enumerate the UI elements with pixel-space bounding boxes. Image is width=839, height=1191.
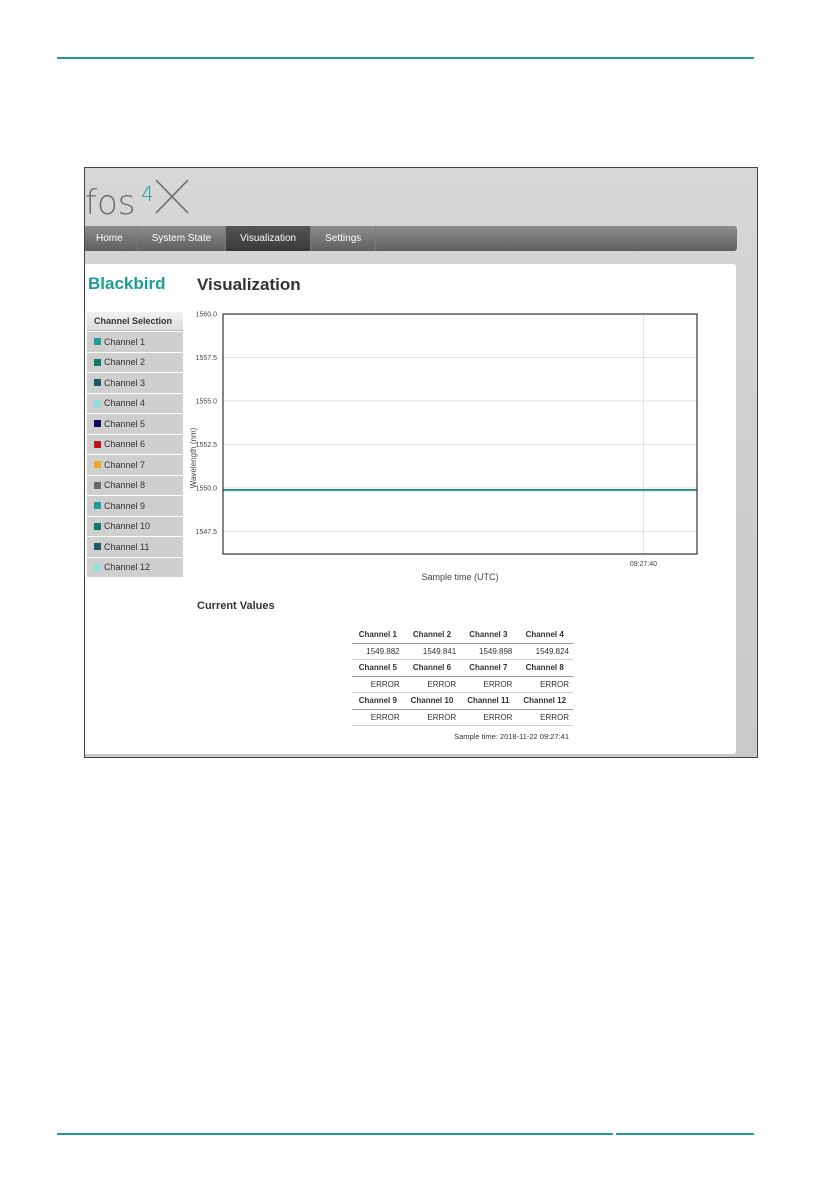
y-tick-label: 1560.0: [196, 312, 218, 319]
nav-system-state[interactable]: System State: [138, 226, 227, 251]
channel-item-8[interactable]: Channel 8: [87, 475, 183, 495]
channel-item-label: Channel 8: [104, 480, 146, 491]
device-name: Blackbird: [88, 274, 166, 293]
table-header-cell: Channel 9: [352, 692, 404, 710]
channel-color-swatch: [94, 420, 101, 428]
logo-mark-4: 4: [141, 182, 154, 206]
channel-color-swatch: [94, 502, 101, 510]
channel-selection-header: Channel Selection: [87, 312, 183, 331]
channel-item-10[interactable]: Channel 10: [87, 516, 183, 536]
table-header-cell: Channel 5: [352, 659, 404, 677]
channel-color-swatch: [94, 379, 101, 387]
y-tick-label: 1550.0: [196, 485, 218, 492]
channel-item-label: Channel 3: [104, 377, 146, 388]
channel-color-swatch: [94, 481, 101, 489]
table-header-cell: Channel 4: [516, 627, 573, 644]
y-axis-label: Wavelength (nm): [189, 427, 198, 488]
channel-item-2[interactable]: Channel 2: [87, 352, 183, 372]
channel-color-swatch: [94, 358, 101, 366]
x-tick-label: 09:27:40: [630, 561, 657, 568]
page-title: Visualization: [197, 275, 301, 294]
channel-selection-panel: Channel Selection Channel 1 Channel 2 Chan…: [87, 312, 183, 577]
table-header-row: Channel 9 Channel 10 Channel 11 Channel …: [352, 692, 573, 710]
content-panel: Blackbird Visualization Channel Selectio…: [85, 264, 736, 754]
main-navbar: Home System State Visualization Settings: [85, 226, 737, 251]
channel-color-swatch: [94, 543, 101, 551]
channel-item-6[interactable]: Channel 6: [87, 434, 183, 454]
x-axis-label: Sample time (UTC): [421, 572, 498, 582]
table-cell: ERROR: [516, 676, 573, 693]
logo-text: fos: [85, 183, 136, 222]
table-header-row: Channel 5 Channel 6 Channel 7 Channel 8: [352, 659, 573, 677]
top-rule: [57, 57, 754, 59]
table-header-cell: Channel 10: [403, 692, 461, 710]
table-cell: 1549.824: [516, 643, 573, 660]
table-header-cell: Channel 1: [352, 627, 404, 644]
table-cell: ERROR: [352, 709, 404, 726]
wavelength-chart: 1560.0 1557.5 1555.0 1552.5 1550.0 1547.5 09:2…: [189, 312, 698, 582]
channel-item-1[interactable]: Channel 1: [87, 332, 183, 352]
bottom-rule: [57, 1133, 754, 1135]
table-header-cell: Channel 2: [403, 627, 461, 644]
table-cell: ERROR: [352, 676, 404, 693]
nav-settings[interactable]: Settings: [311, 226, 377, 251]
channel-color-swatch: [94, 522, 101, 530]
channel-item-label: Channel 6: [104, 439, 146, 450]
channel-item-label: Channel 1: [104, 336, 146, 347]
y-tick-label: 1552.5: [196, 442, 218, 449]
logo-mark-x: [155, 179, 189, 214]
channel-color-swatch: [94, 399, 101, 407]
channel-color-swatch: [94, 461, 101, 469]
nav-visualization[interactable]: Visualization: [226, 226, 312, 251]
y-tick-label: 1547.5: [196, 529, 218, 536]
table-cell: 1549.882: [352, 643, 404, 660]
channel-item-label: Channel 10: [104, 521, 151, 532]
channel-item-label: Channel 12: [104, 562, 151, 573]
channel-color-swatch: [94, 440, 101, 448]
table-cell: 1549.841: [403, 643, 461, 660]
table-header-cell: Channel 6: [403, 659, 461, 677]
channel-item-7[interactable]: Channel 7: [87, 455, 183, 475]
table-header-cell: Channel 7: [460, 659, 517, 677]
table-cell: ERROR: [460, 709, 517, 726]
table-row: ERROR ERROR ERROR ERROR: [352, 709, 573, 726]
table-header-cell: Channel 3: [460, 627, 517, 644]
fos4x-logo: fos 4: [85, 179, 189, 222]
table-cell: ERROR: [516, 709, 573, 726]
table-header-row: Channel 1 Channel 2 Channel 3 Channel 4: [352, 627, 573, 644]
channel-item-4[interactable]: Channel 4: [87, 393, 183, 413]
web-ui-screenshot: fos 4 Home System State Visualization Se…: [84, 167, 758, 758]
y-tick-label: 1555.0: [196, 398, 218, 405]
channel-item-label: Channel 2: [104, 357, 146, 368]
table-header-cell: Channel 11: [460, 692, 517, 710]
table-cell: 1549.898: [460, 643, 517, 660]
table-row: 1549.882 1549.841 1549.898 1549.824: [352, 643, 573, 660]
plot-frame: [222, 313, 698, 555]
current-values-table: Channel 1 Channel 2 Channel 3 Channel 4 …: [352, 627, 573, 726]
channel-item-5[interactable]: Channel 5: [87, 414, 183, 434]
channel-list: Channel 1 Channel 2 Channel 3 Channel 4 Chan…: [87, 332, 183, 577]
channel-color-swatch: [94, 338, 101, 346]
channel-item-3[interactable]: Channel 3: [87, 373, 183, 393]
channel-item-label: Channel 4: [104, 398, 146, 409]
channel-item-label: Channel 9: [104, 500, 146, 511]
channel-color-swatch: [94, 563, 101, 571]
table-header-cell: Channel 12: [516, 692, 573, 710]
table-header-cell: Channel 8: [516, 659, 573, 677]
channel-item-label: Channel 5: [104, 418, 146, 429]
nav-home[interactable]: Home: [85, 226, 138, 251]
table-row: ERROR ERROR ERROR ERROR: [352, 676, 573, 693]
current-values-title: Current Values: [197, 600, 275, 612]
y-tick-label: 1557.5: [196, 355, 218, 362]
table-cell: ERROR: [403, 709, 461, 726]
channel-item-12[interactable]: Channel 12: [87, 557, 183, 577]
channel-item-9[interactable]: Channel 9: [87, 496, 183, 516]
channel-item-label: Channel 7: [104, 459, 146, 470]
table-cell: ERROR: [460, 676, 517, 693]
table-cell: ERROR: [403, 676, 461, 693]
channel-item-11[interactable]: Channel 11: [87, 537, 183, 557]
sample-time: Sample time: 2018-11-22 09:27:41: [454, 732, 569, 741]
channel-item-label: Channel 11: [104, 541, 150, 552]
